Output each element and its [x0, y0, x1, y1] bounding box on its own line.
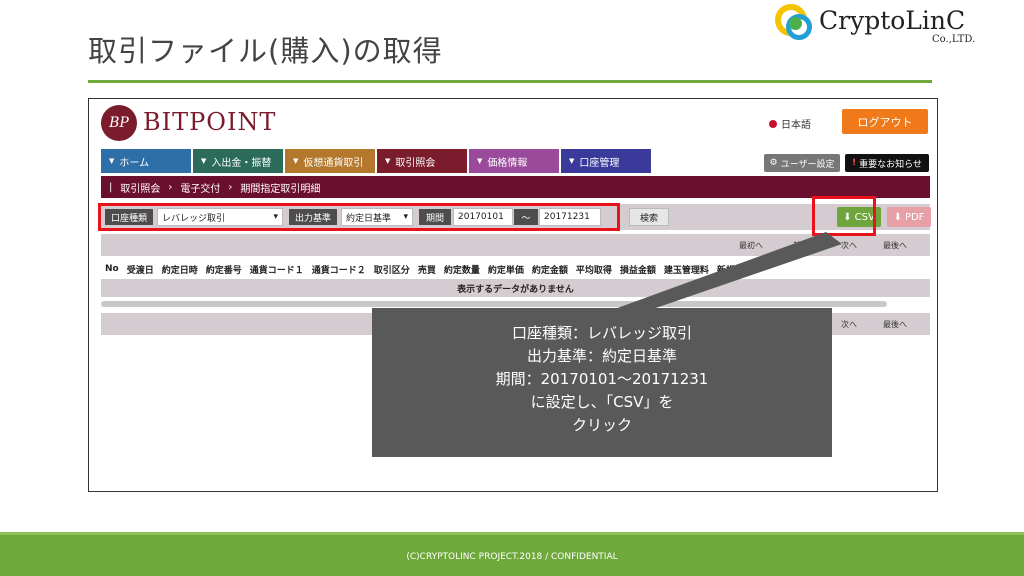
footer-top-stripe — [0, 532, 1024, 535]
footer-text: (C)CRYPTOLINC PROJECT.2018 / CONFIDENTIA… — [406, 552, 618, 562]
callout-line: 出力基準：約定日基準 — [526, 347, 677, 365]
callout-line: 期間：20170101〜20171231 — [495, 370, 709, 388]
instruction-callout: 口座種類：レバレッジ取引 出力基準：約定日基準 期間：20170101〜2017… — [372, 308, 832, 457]
callout-line: 口座種類：レバレッジ取引 — [511, 324, 692, 342]
callout-pointer-shape — [612, 232, 842, 310]
slide: 取引ファイル(購入)の取得 CryptoLinC Co.,LTD. BP BIT… — [0, 0, 1024, 576]
callout-line: クリック — [571, 416, 632, 434]
callout-pointer — [612, 232, 842, 310]
callout-line: に設定し、「CSV」を — [530, 393, 674, 411]
